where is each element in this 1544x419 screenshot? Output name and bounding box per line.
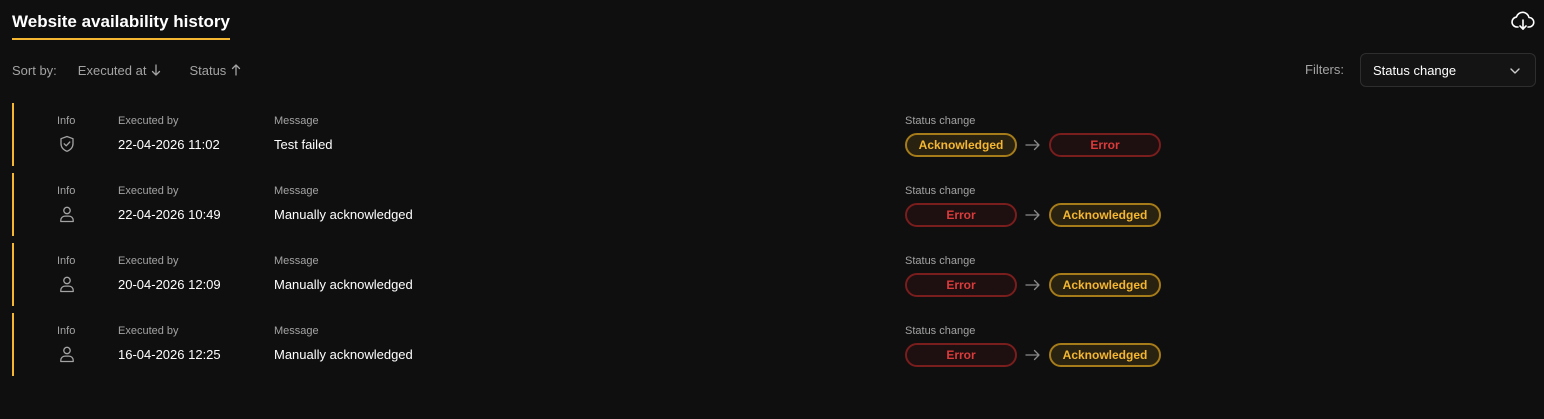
sort-status[interactable]: Status: [189, 63, 241, 78]
message-value: Manually acknowledged: [274, 347, 413, 362]
arrow-right-icon: [1025, 348, 1041, 362]
sort-option-label: Status: [189, 62, 227, 78]
executed-by-label: Executed by: [118, 115, 179, 127]
history-row: Info Executed by 16-04-2026 12:25 Message Ma…: [12, 313, 1532, 376]
filter-selected-value: Status change: [1373, 62, 1457, 78]
executed-at-value: 16-04-2026 12:25: [118, 347, 221, 362]
status-from-badge: Acknowledged: [905, 133, 1017, 157]
sort-bar: Sort by: Executed at Status: [12, 62, 269, 78]
executed-by-label: Executed by: [118, 185, 179, 197]
executed-at-value: 22-04-2026 10:49: [118, 207, 221, 222]
sort-label: Sort by:: [12, 62, 57, 78]
message-value: Manually acknowledged: [274, 207, 413, 222]
message-label: Message: [274, 255, 319, 267]
filters-label: Filters:: [1305, 62, 1344, 77]
user-icon: [58, 205, 76, 223]
availability-history-panel: Website availability history Sort by: Ex…: [0, 0, 1544, 419]
status-from-badge: Error: [905, 273, 1017, 297]
sort-executed-at[interactable]: Executed at: [78, 63, 162, 78]
info-label: Info: [57, 255, 76, 267]
status-filter-select[interactable]: Status change: [1360, 53, 1536, 87]
download-button[interactable]: [1511, 11, 1535, 33]
status-to-badge: Acknowledged: [1049, 273, 1161, 297]
arrow-right-icon: [1025, 278, 1041, 292]
user-icon: [58, 275, 76, 293]
executed-by-label: Executed by: [118, 255, 179, 267]
status-change-label: Status change: [905, 325, 976, 337]
history-list: Info Executed by 22-04-2026 11:02 Message Te…: [12, 103, 1532, 383]
chevron-down-icon: [1510, 68, 1520, 74]
message-label: Message: [274, 115, 319, 127]
message-label: Message: [274, 325, 319, 337]
executed-at-value: 22-04-2026 11:02: [118, 137, 220, 152]
info-label: Info: [57, 325, 76, 337]
history-row: Info Executed by 20-04-2026 12:09 Message Ma…: [12, 243, 1532, 306]
arrow-down-icon: [152, 64, 161, 76]
executed-by-label: Executed by: [118, 325, 179, 337]
message-value: Manually acknowledged: [274, 277, 413, 292]
status-change-label: Status change: [905, 115, 976, 127]
arrow-right-icon: [1025, 208, 1041, 222]
history-row: Info Executed by 22-04-2026 10:49 Message Ma…: [12, 173, 1532, 236]
executed-at-value: 20-04-2026 12:09: [118, 277, 221, 292]
status-change-label: Status change: [905, 255, 976, 267]
status-to-badge: Error: [1049, 133, 1161, 157]
info-label: Info: [57, 185, 76, 197]
status-to-badge: Acknowledged: [1049, 203, 1161, 227]
page-title: Website availability history: [12, 12, 230, 40]
status-change-label: Status change: [905, 185, 976, 197]
history-row: Info Executed by 22-04-2026 11:02 Message Te…: [12, 103, 1532, 166]
cloud-download-icon: [1511, 11, 1535, 30]
status-to-badge: Acknowledged: [1049, 343, 1161, 367]
shield-check-icon: [58, 135, 76, 153]
sort-option-label: Executed at: [77, 62, 147, 78]
message-label: Message: [274, 185, 319, 197]
user-icon: [58, 345, 76, 363]
message-value: Test failed: [274, 137, 333, 152]
status-from-badge: Error: [905, 203, 1017, 227]
arrow-right-icon: [1025, 138, 1041, 152]
info-label: Info: [57, 115, 76, 127]
status-from-badge: Error: [905, 343, 1017, 367]
arrow-up-icon: [232, 64, 241, 76]
